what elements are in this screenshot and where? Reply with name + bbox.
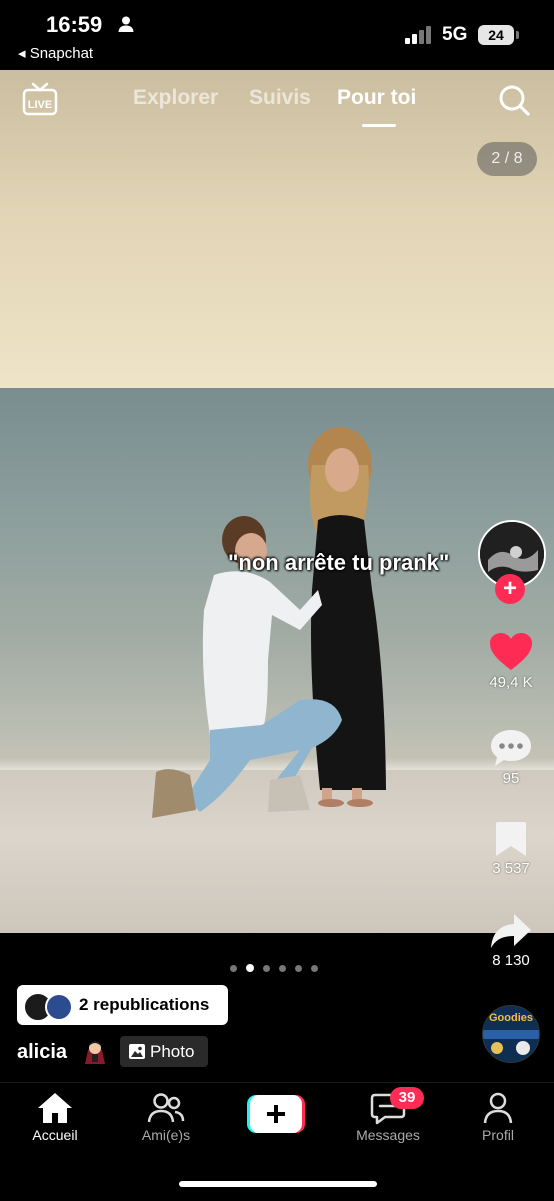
live-tv-icon[interactable]: LIVE (22, 82, 58, 118)
tab-explorer[interactable]: Explorer (133, 86, 218, 110)
sound-disc-artwork: Goodies (483, 1006, 539, 1062)
image-icon (129, 1044, 145, 1059)
home-indicator[interactable] (179, 1181, 377, 1187)
sound-disc[interactable]: Goodies (482, 1005, 540, 1063)
share-arrow-icon (491, 914, 531, 948)
share-count: 8 130 (492, 952, 530, 969)
friends-icon (147, 1093, 185, 1123)
tab-suivis[interactable]: Suivis (249, 86, 311, 110)
tab-pour-toi[interactable]: Pour toi (337, 86, 416, 110)
bookmark-icon (496, 822, 526, 856)
back-to-app-link[interactable]: ◂ Snapchat (18, 44, 93, 62)
create-plus-button[interactable] (247, 1095, 305, 1133)
nav-messages-label: Messages (356, 1127, 420, 1143)
couple-illustration (152, 427, 386, 818)
comment-button[interactable]: 95 (476, 728, 546, 787)
nav-friends[interactable]: Ami(e)s (116, 1091, 216, 1143)
person-icon (118, 16, 134, 32)
search-icon[interactable] (497, 83, 531, 117)
nav-friends-label: Ami(e)s (141, 1127, 191, 1143)
follow-plus-button[interactable]: + (495, 574, 525, 604)
carousel-dot (230, 965, 237, 972)
save-button[interactable]: 3 537 (476, 820, 546, 877)
status-bar: 16:59 ◂ Snapchat 5G 24 (0, 0, 554, 70)
carousel-dot (246, 964, 254, 972)
network-type: 5G (442, 24, 468, 45)
repost-avatar-2 (45, 993, 73, 1021)
nav-home[interactable]: Accueil (5, 1091, 105, 1143)
signal-icon (405, 26, 431, 44)
comment-bubble-icon (491, 730, 531, 766)
active-tab-indicator (362, 124, 396, 127)
republications-pill[interactable]: 2 republications (17, 985, 228, 1025)
vampire-emoji-icon (85, 1041, 105, 1064)
photo-counter: 2 / 8 (477, 142, 537, 176)
svg-text:LIVE: LIVE (28, 99, 52, 111)
nav-profile-label: Profil (482, 1127, 514, 1143)
battery-icon: 24 (478, 25, 514, 45)
status-time: 16:59 (46, 12, 103, 37)
like-button[interactable]: 49,4 K (476, 632, 546, 691)
nav-home-label: Accueil (32, 1127, 78, 1143)
republications-label: 2 republications (79, 995, 210, 1014)
battery-tip (516, 31, 519, 39)
carousel-dot (295, 965, 302, 972)
save-count: 3 537 (492, 860, 530, 877)
carousel-dot (311, 965, 318, 972)
carousel-indicator (230, 959, 327, 972)
like-count: 49,4 K (489, 674, 533, 691)
heart-icon (490, 633, 532, 670)
profile-icon (483, 1092, 513, 1124)
carousel-dot (279, 965, 286, 972)
photo-type-badge: Photo (120, 1036, 208, 1067)
nav-profile[interactable]: Profil (448, 1091, 548, 1143)
home-icon (38, 1093, 72, 1123)
messages-badge: 39 (390, 1087, 424, 1109)
post-photo[interactable] (0, 70, 554, 933)
share-button[interactable]: 8 130 (476, 912, 546, 969)
comment-count: 95 (502, 770, 520, 787)
photo-caption-text: "non arrête tu prank" (228, 550, 450, 575)
top-nav: LIVE Explorer Suivis Pour toi (0, 78, 554, 128)
carousel-dot (263, 965, 270, 972)
sound-disc-text: Goodies (489, 1012, 533, 1024)
photo-type-label: Photo (150, 1042, 195, 1061)
creator-username[interactable]: alicia (17, 1041, 67, 1064)
